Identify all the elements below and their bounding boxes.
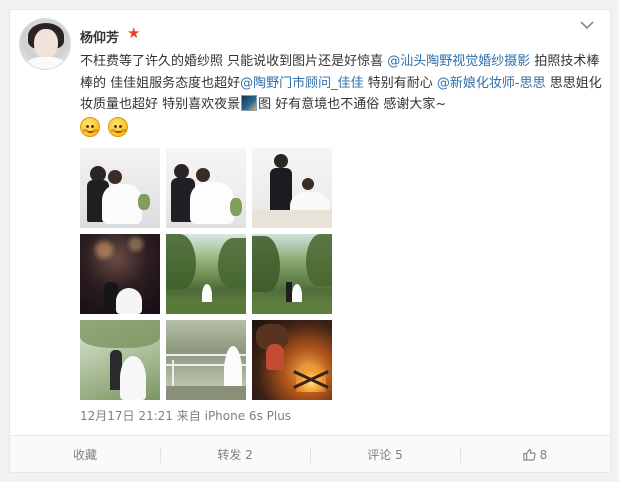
comment-label: 评论 5 xyxy=(367,448,403,462)
wedding-photo-1[interactable] xyxy=(80,148,160,228)
wedding-photo-forest-2[interactable] xyxy=(252,234,332,314)
post-meta: 12月17日 21:21 来自 iPhone 6s Plus xyxy=(80,407,291,424)
wedding-photo-3[interactable] xyxy=(252,148,332,228)
mention-link[interactable]: @汕头陶野视觉婚纱摄影 xyxy=(387,54,530,69)
like-button[interactable]: 8 xyxy=(460,436,610,473)
timestamp[interactable]: 12月17日 21:21 xyxy=(80,409,173,423)
username[interactable]: 杨仰芳 xyxy=(80,27,119,46)
post-text-segment: 特别有耐心 xyxy=(363,75,437,91)
mention-link[interactable]: @新娘化妆师-思思 xyxy=(437,76,546,91)
favorite-button[interactable]: 收藏 xyxy=(10,436,160,473)
user-avatar[interactable] xyxy=(19,18,71,70)
repost-button[interactable]: 转发 2 xyxy=(160,436,310,473)
wedding-photo-bridge[interactable] xyxy=(166,320,246,400)
post-text-segment: 不枉费等了许久的婚纱照 只能说收到图片还是好惊喜 xyxy=(80,54,388,69)
post-text: 不枉费等了许久的婚纱照 只能说收到图片还是好惊喜 @汕头陶野视觉婚纱摄影 拍照技… xyxy=(80,51,606,116)
post-text-segment: 图 好有意境也不通俗 感谢大家~ xyxy=(258,97,447,112)
star-icon: ★ xyxy=(127,24,141,42)
repost-label: 转发 2 xyxy=(217,448,253,462)
wedding-photo-night[interactable] xyxy=(80,234,160,314)
weibo-post-card: 杨仰芳 ★ 不枉费等了许久的婚纱照 只能说收到图片还是好惊喜 @汕头陶野视觉婚纱… xyxy=(9,9,611,473)
emoji-row xyxy=(80,117,131,141)
chevron-down-icon[interactable] xyxy=(580,20,594,30)
comment-button[interactable]: 评论 5 xyxy=(310,436,460,473)
favorite-label: 收藏 xyxy=(72,448,97,462)
source-device[interactable]: iPhone 6s Plus xyxy=(205,409,291,423)
mention-link[interactable]: @陶野门市顾问_佳佳 xyxy=(240,76,364,91)
wedding-photo-garden[interactable] xyxy=(80,320,160,400)
photo-grid xyxy=(80,148,332,400)
source-prefix: 来自 xyxy=(176,409,201,423)
wedding-photo-2[interactable] xyxy=(166,148,246,228)
picture-icon[interactable] xyxy=(241,95,258,111)
wedding-photo-fire[interactable] xyxy=(252,320,332,400)
blush-emoji xyxy=(80,117,100,137)
thumbs-up-icon xyxy=(523,448,536,461)
action-bar: 收藏 转发 2 评论 5 8 xyxy=(10,435,610,472)
shy-emoji xyxy=(108,117,129,137)
like-count: 8 xyxy=(539,447,548,462)
wedding-photo-forest-1[interactable] xyxy=(166,234,246,314)
